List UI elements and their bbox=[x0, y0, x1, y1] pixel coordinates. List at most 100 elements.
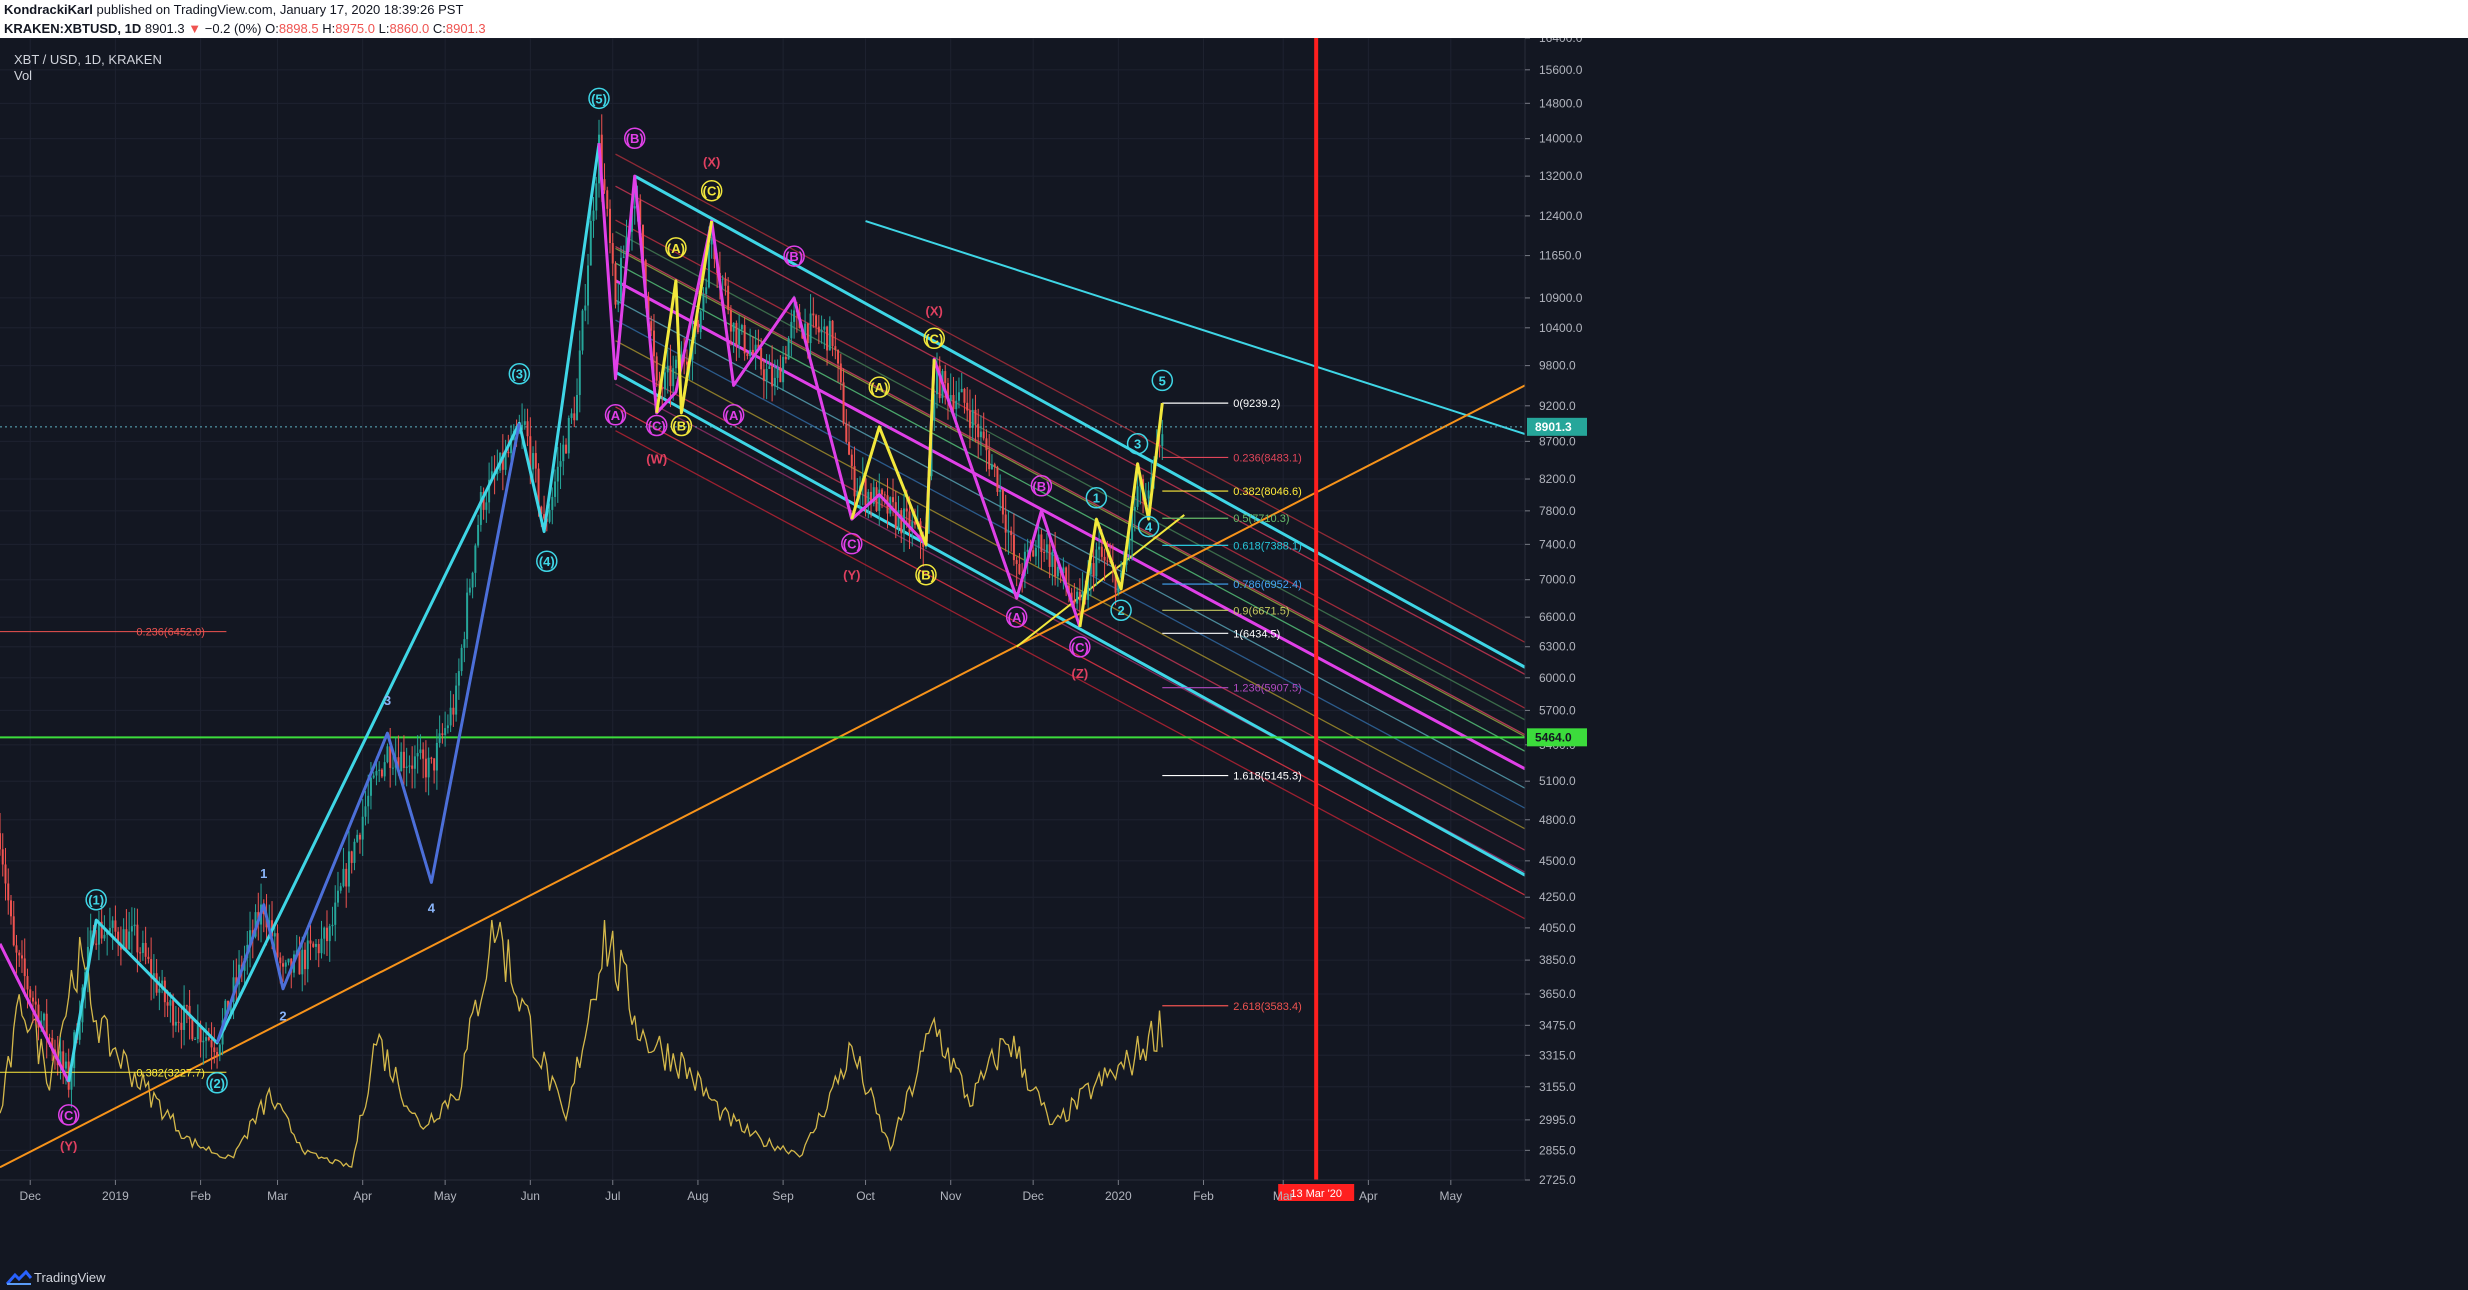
candle-body bbox=[565, 444, 568, 454]
candle-body bbox=[136, 924, 139, 953]
candle-body bbox=[15, 945, 18, 953]
candle-body bbox=[287, 958, 290, 963]
price-axis-label: 13200.0 bbox=[1539, 169, 1583, 183]
candle-body bbox=[985, 438, 988, 451]
candle-body bbox=[391, 767, 394, 769]
time-axis-label: Apr bbox=[353, 1189, 372, 1203]
candle-body bbox=[441, 733, 444, 736]
candle-body bbox=[317, 943, 320, 954]
candle-body bbox=[158, 988, 161, 993]
fib-level-label: 0.5(7710.3) bbox=[1233, 513, 1289, 525]
candle-body bbox=[1106, 560, 1109, 562]
ohlc-low: 8860.0 bbox=[389, 21, 430, 36]
time-axis-label: Nov bbox=[940, 1189, 961, 1203]
tradingview-brand[interactable]: TradingView bbox=[34, 1270, 106, 1285]
author-name[interactable]: KondrackiKarl bbox=[4, 2, 93, 17]
price-chart[interactable]: 0(9239.2) 0.236(8483.1) 0.382(8046.6) 0.5(7… bbox=[0, 38, 2468, 1265]
time-axis-label: Dec bbox=[20, 1189, 41, 1203]
candle-body bbox=[306, 940, 309, 970]
candle-body bbox=[534, 453, 537, 469]
series-title: XBT / USD, 1D, KRAKEN bbox=[14, 52, 162, 67]
chart-stage[interactable]: KondrackiKarl published on TradingView.c… bbox=[0, 0, 2468, 1290]
candle-body bbox=[95, 943, 98, 945]
candle-body bbox=[369, 777, 372, 796]
candle-body bbox=[328, 926, 331, 942]
candle-body bbox=[191, 1019, 194, 1040]
candle-body bbox=[1001, 489, 1004, 515]
price-change: −0.2 (0%) bbox=[204, 21, 262, 36]
wave-label: (C) bbox=[925, 331, 943, 346]
candle-body bbox=[48, 1037, 51, 1039]
ohlc-high-label: H: bbox=[322, 21, 336, 36]
volume-legend-label: Vol bbox=[14, 68, 32, 83]
candle-body bbox=[174, 1021, 177, 1026]
wave-label: 1 bbox=[1093, 491, 1100, 506]
candle-body bbox=[944, 371, 947, 384]
wave-label: (C) bbox=[60, 1108, 78, 1123]
time-axis-label: Apr bbox=[1359, 1189, 1378, 1203]
wave-label: (Y) bbox=[60, 1138, 77, 1153]
candle-body bbox=[1045, 544, 1048, 553]
candle-body bbox=[1098, 546, 1101, 550]
candle-body bbox=[1012, 535, 1015, 561]
candle-body bbox=[210, 1039, 213, 1048]
support-level-label: 5464.0 bbox=[1535, 730, 1572, 744]
candle-body bbox=[320, 938, 323, 954]
candle-body bbox=[463, 639, 466, 648]
candle-body bbox=[957, 392, 960, 401]
fan-line bbox=[615, 219, 1526, 709]
wave-label: (4) bbox=[539, 554, 555, 569]
fan-lines-layer bbox=[615, 153, 1526, 920]
candle-body bbox=[817, 326, 820, 333]
candle-body bbox=[578, 350, 581, 395]
candle-body bbox=[837, 349, 840, 364]
candle-body bbox=[213, 1047, 216, 1053]
elliott-wave-path bbox=[850, 359, 936, 546]
time-axis-label: May bbox=[1439, 1189, 1462, 1203]
candle-body bbox=[180, 1022, 183, 1030]
candle-body bbox=[18, 952, 21, 956]
candle-body bbox=[784, 356, 787, 360]
candle-body bbox=[746, 353, 749, 356]
volume-line bbox=[0, 919, 1163, 1168]
time-axis-label: Feb bbox=[1193, 1189, 1214, 1203]
fib-level-label: 1.618(5145.3) bbox=[1233, 771, 1302, 783]
symbol-text: KRAKEN:XBTUSD, 1D bbox=[4, 21, 142, 36]
wave-label: (C) bbox=[648, 418, 666, 433]
candle-body bbox=[850, 454, 853, 467]
candle-body bbox=[430, 757, 433, 759]
candle-body bbox=[1095, 549, 1098, 577]
candle-body bbox=[768, 366, 771, 369]
time-axis-label: Feb bbox=[190, 1189, 211, 1203]
candle-body bbox=[1015, 560, 1018, 564]
candle-body bbox=[782, 356, 785, 383]
candle-body bbox=[342, 868, 345, 887]
candle-body bbox=[477, 524, 480, 546]
candle-body bbox=[350, 851, 353, 863]
candle-body bbox=[128, 931, 131, 950]
candle-body bbox=[762, 369, 765, 381]
candle-body bbox=[125, 929, 128, 950]
wave-label: 5 bbox=[1159, 373, 1166, 388]
candle-body bbox=[139, 952, 142, 954]
ohlc-high: 8975.0 bbox=[335, 21, 375, 36]
wave-label: (A) bbox=[1008, 610, 1026, 625]
candle-body bbox=[0, 833, 1, 850]
candle-body bbox=[993, 464, 996, 467]
fan-line bbox=[615, 430, 1526, 920]
candle-body bbox=[971, 409, 974, 428]
candle-body bbox=[990, 464, 993, 470]
candle-body bbox=[982, 431, 985, 439]
candle-body bbox=[1073, 599, 1076, 604]
candle-body bbox=[364, 806, 367, 817]
price-axis-label: 14800.0 bbox=[1539, 96, 1583, 110]
ohlc-open-label: O: bbox=[265, 21, 279, 36]
wave-paths-layer bbox=[0, 142, 1164, 1083]
price-axis-label: 3850.0 bbox=[1539, 953, 1576, 967]
candle-body bbox=[809, 313, 812, 344]
candle-body bbox=[790, 321, 793, 339]
candle-body bbox=[1026, 549, 1029, 552]
candle-body bbox=[433, 758, 436, 771]
candle-body bbox=[466, 592, 469, 640]
candle-body bbox=[622, 256, 625, 258]
